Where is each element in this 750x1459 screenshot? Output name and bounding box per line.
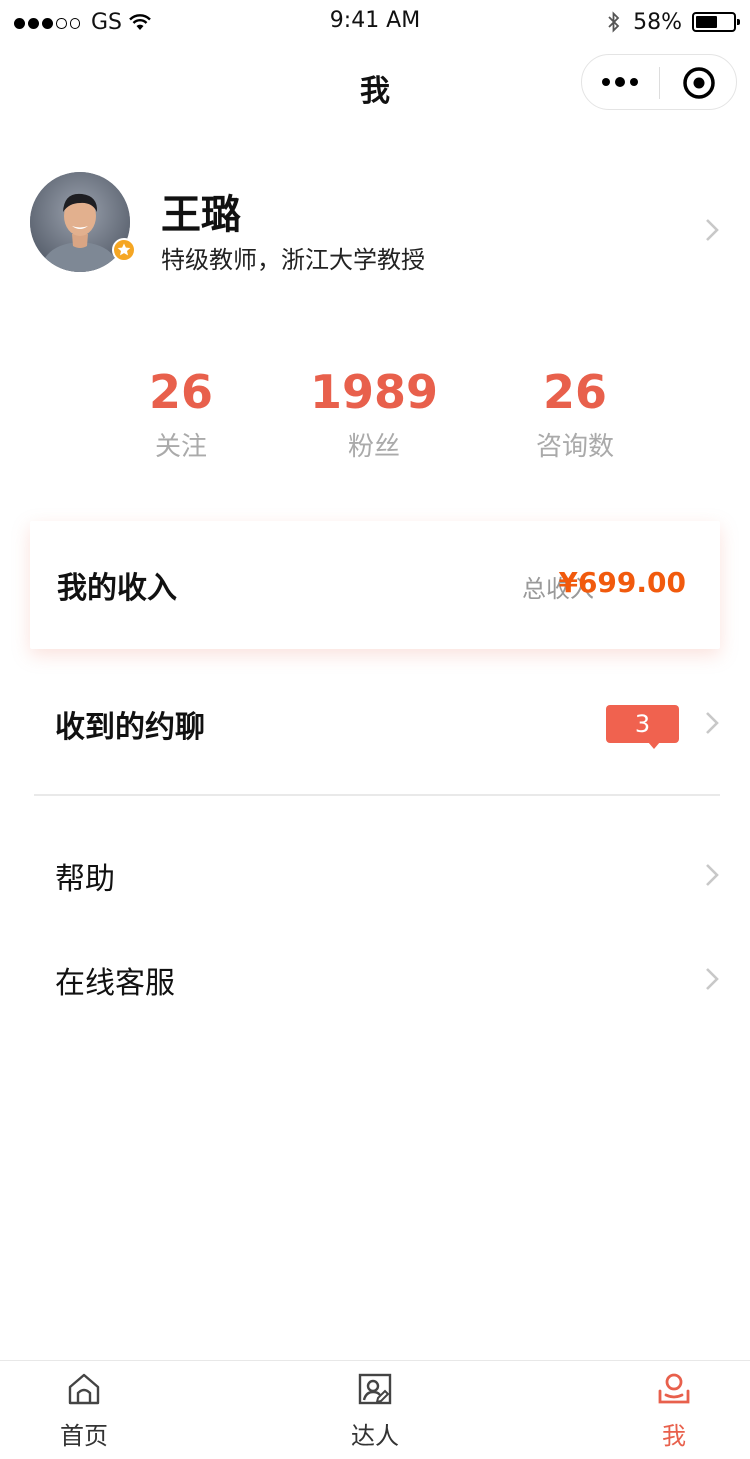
tab-bar: 首页 达人 我 [0,1360,750,1459]
stat-value: 26 [542,365,607,419]
stat-consultations[interactable]: 26 咨询数 [475,364,675,463]
income-title: 我的收入 [57,571,177,606]
battery-level [696,16,717,28]
tab-experts[interactable]: 达人 [295,1361,455,1459]
stat-value: 1989 [309,365,439,419]
bluetooth-icon [608,11,620,33]
capsule-divider [659,67,660,99]
verified-badge-icon [112,238,136,262]
miniprogram-capsule [581,54,737,110]
status-right: 58% [607,8,740,36]
tab-me[interactable]: 我 [594,1361,750,1459]
more-button[interactable] [600,55,640,109]
tab-label: 我 [662,1422,686,1450]
more-dot [615,77,625,87]
stat-fans[interactable]: 1989 粉丝 [274,364,474,463]
battery-icon [692,12,740,32]
total-income-value: ¥699.00 [558,566,686,599]
chevron-right-icon [706,712,719,734]
divider [34,794,720,796]
stat-label: 关注 [154,432,207,462]
chevron-right-icon [706,219,719,241]
tab-home[interactable]: 首页 [4,1361,164,1459]
stat-following[interactable]: 26 关注 [81,364,281,463]
home-icon [68,1373,100,1405]
stat-value: 26 [148,365,213,419]
tab-label: 首页 [60,1422,108,1450]
menu-item-label: 在线客服 [55,966,175,1001]
unread-count-badge: 3 [606,705,679,743]
menu-item-label: 帮助 [55,862,115,897]
badge-tail [648,742,660,749]
stat-label: 咨询数 [535,432,614,462]
more-dot [630,78,638,86]
profile-title: 特级教师，浙江大学教授 [161,246,425,274]
more-dot [602,78,610,86]
menu-item-label: 收到的约聊 [55,710,205,745]
status-bar: GS 9:41 AM 58% [0,0,750,44]
chevron-right-icon [706,968,719,990]
stat-label: 粉丝 [347,432,400,462]
user-icon [658,1373,690,1404]
income-card[interactable]: 我的收入 总收入 ¥699.00 [30,521,720,649]
chevron-right-icon [706,864,719,886]
battery-percent: 58% [633,9,682,35]
profile-name: 王璐 [161,192,241,238]
tab-label: 达人 [351,1422,399,1450]
close-miniprogram-icon[interactable] [682,66,716,100]
expert-icon [358,1373,392,1405]
